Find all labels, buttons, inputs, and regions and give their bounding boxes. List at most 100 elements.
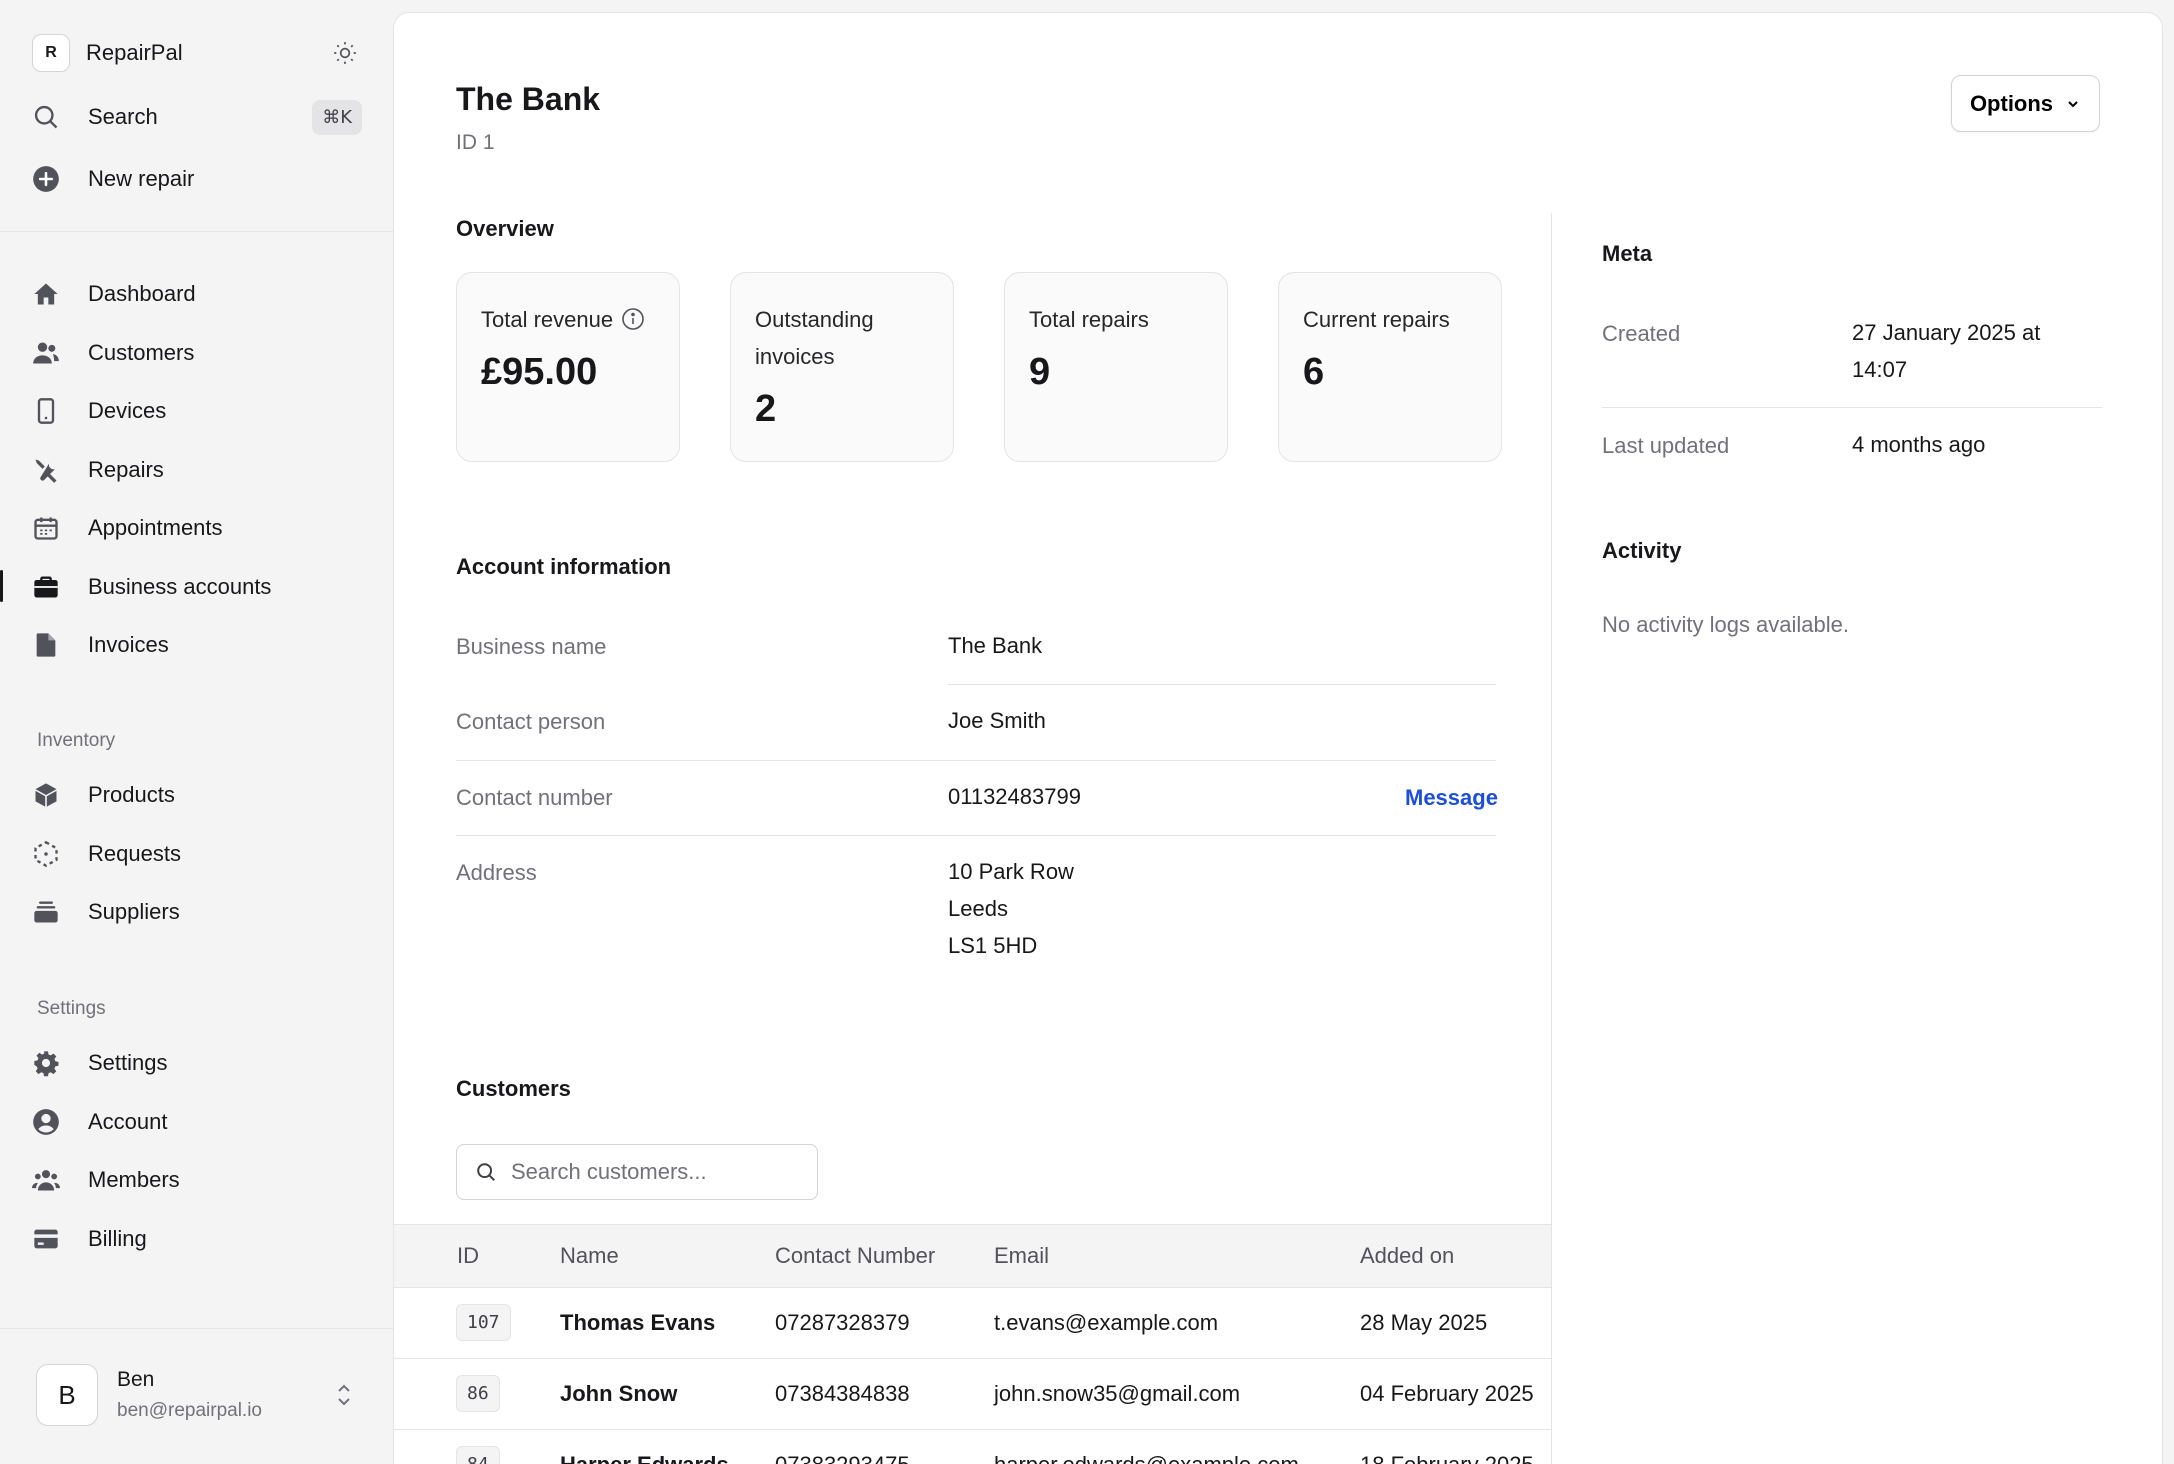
chevron-down-icon	[2068, 100, 2078, 107]
stat-card-total-repairs: Total repairs 9	[1004, 272, 1228, 462]
sidebar-item-repairs[interactable]: Repairs	[32, 443, 362, 497]
meta-heading: Meta	[1602, 241, 1653, 266]
updated-label: Last updated	[1602, 433, 1730, 458]
table-row[interactable]: 84 Harper Edwards 07383293475 harper.edw…	[394, 1430, 1551, 1464]
sidebar-item-label: Billing	[88, 1226, 147, 1251]
user-group-icon	[32, 1160, 72, 1200]
sidebar-item-label: Requests	[88, 841, 181, 866]
sidebar-item-settings[interactable]: Settings	[32, 1036, 362, 1090]
new-repair-button[interactable]: New repair	[32, 152, 362, 206]
sidebar-item-label: Products	[88, 782, 175, 807]
created-value: 27 January 2025 at 14:07	[1852, 314, 2102, 388]
document-icon	[32, 625, 72, 665]
sidebar-item-label: Invoices	[88, 632, 169, 657]
created-label: Created	[1602, 321, 1681, 346]
search-icon	[32, 97, 72, 137]
sidebar-divider	[0, 1328, 393, 1329]
business-name-value: The Bank	[948, 633, 1043, 658]
search-button[interactable]: Search ⌘K	[32, 90, 362, 144]
theme-toggle-icon[interactable]	[332, 40, 358, 66]
customer-name: John Snow	[560, 1381, 678, 1406]
users-icon	[32, 333, 72, 373]
contact-number-value: 01132483799	[948, 784, 1081, 809]
customer-added-on: 28 May 2025	[1360, 1310, 1488, 1335]
id-badge: 86	[456, 1375, 500, 1412]
sidebar-item-appointments[interactable]: Appointments	[32, 501, 362, 555]
chevron-up-down-icon[interactable]	[334, 1382, 354, 1408]
stat-value: 6	[1303, 351, 1325, 393]
sidebar-item-members[interactable]: Members	[32, 1153, 362, 1207]
id-badge: 84	[456, 1446, 500, 1464]
customer-added-on: 04 February 2025	[1360, 1381, 1534, 1406]
stat-value: 2	[755, 388, 777, 430]
contact-person-value: Joe Smith	[948, 708, 1046, 733]
sidebar-item-products[interactable]: Products	[32, 768, 362, 822]
activity-empty-text: No activity logs available.	[1602, 612, 1850, 637]
sidebar-item-label: Account	[88, 1109, 168, 1134]
options-button[interactable]: Options	[1951, 75, 2100, 132]
stat-card-outstanding-invoices: Outstanding invoices 2	[730, 272, 954, 462]
sidebar-item-invoices[interactable]: Invoices	[32, 618, 362, 672]
app-logo: R	[32, 34, 70, 72]
sidebar-item-label: Suppliers	[88, 899, 180, 924]
customer-search-input[interactable]: Search customers...	[456, 1144, 818, 1200]
address-value: 10 Park Row Leeds LS1 5HD	[948, 853, 1074, 964]
search-icon	[477, 1163, 495, 1181]
calendar-icon	[32, 508, 72, 548]
main-panel: The Bank ID 1 Options Overview Total rev…	[393, 12, 2163, 1464]
cube-icon	[32, 775, 72, 815]
stat-label: Outstanding invoices	[755, 307, 874, 369]
sidebar-item-customers[interactable]: Customers	[32, 326, 362, 380]
sidebar-item-label: Members	[88, 1167, 180, 1192]
column-header-contact-number[interactable]: Contact Number	[775, 1243, 935, 1269]
sidebar: R RepairPal Search ⌘K New repair Dashboa…	[0, 0, 393, 1464]
customers-heading: Customers	[456, 1076, 571, 1101]
row-divider	[1602, 407, 2102, 408]
user-name: Ben	[117, 1368, 155, 1391]
sidebar-item-dashboard[interactable]: Dashboard	[32, 267, 362, 321]
column-header-id[interactable]: ID	[457, 1243, 479, 1269]
sidebar-item-requests[interactable]: Requests	[32, 827, 362, 881]
wrench-icon	[32, 450, 72, 490]
created-time: 14:07	[1852, 357, 1908, 382]
table-row[interactable]: 107 Thomas Evans 07287328379 t.evans@exa…	[394, 1288, 1551, 1359]
customer-email: john.snow35@gmail.com	[994, 1381, 1241, 1406]
gear-icon	[32, 1043, 72, 1083]
user-email: ben@repairpal.io	[117, 1400, 262, 1421]
column-divider	[1551, 213, 1552, 1464]
stat-label-text: Total revenue	[481, 307, 614, 332]
address-line: 10 Park Row	[948, 859, 1074, 884]
activity-heading: Activity	[1602, 538, 1682, 563]
app-switcher[interactable]: R RepairPal	[32, 26, 362, 80]
customer-name: Harper Edwards	[560, 1452, 729, 1464]
stat-value: 9	[1029, 351, 1051, 393]
search-placeholder: Search customers...	[511, 1159, 707, 1184]
table-header: ID Name Contact Number Email Added on	[394, 1224, 1551, 1288]
info-icon[interactable]	[621, 307, 645, 331]
stat-label: Total revenue	[481, 301, 671, 338]
address-line: LS1 5HD	[948, 933, 1038, 958]
overview-heading: Overview	[456, 216, 554, 241]
credit-card-icon	[32, 1219, 72, 1259]
sidebar-item-business-accounts[interactable]: Business accounts	[32, 560, 362, 614]
row-divider	[456, 760, 1496, 761]
sidebar-item-billing[interactable]: Billing	[32, 1212, 362, 1266]
contact-person-label: Contact person	[456, 709, 606, 734]
sidebar-item-account[interactable]: Account	[32, 1095, 362, 1149]
address-line: Leeds	[948, 896, 1008, 921]
message-link[interactable]: Message	[1405, 785, 1498, 811]
column-header-added-on[interactable]: Added on	[1360, 1243, 1454, 1269]
sidebar-item-label: Devices	[88, 398, 167, 423]
sidebar-item-label: Settings	[88, 1050, 168, 1075]
table-row[interactable]: 86 John Snow 07384384838 john.snow35@gma…	[394, 1359, 1551, 1430]
updated-value: 4 months ago	[1852, 432, 1986, 457]
sidebar-item-devices[interactable]: Devices	[32, 384, 362, 438]
options-label: Options	[1969, 90, 2054, 116]
user-circle-icon	[32, 1102, 72, 1142]
briefcase-icon	[32, 567, 72, 607]
column-header-email[interactable]: Email	[994, 1243, 1049, 1269]
column-header-name[interactable]: Name	[560, 1243, 619, 1269]
row-divider	[948, 684, 1496, 685]
sidebar-item-suppliers[interactable]: Suppliers	[32, 885, 362, 939]
stat-card-total-revenue: Total revenue £95.00	[456, 272, 680, 462]
